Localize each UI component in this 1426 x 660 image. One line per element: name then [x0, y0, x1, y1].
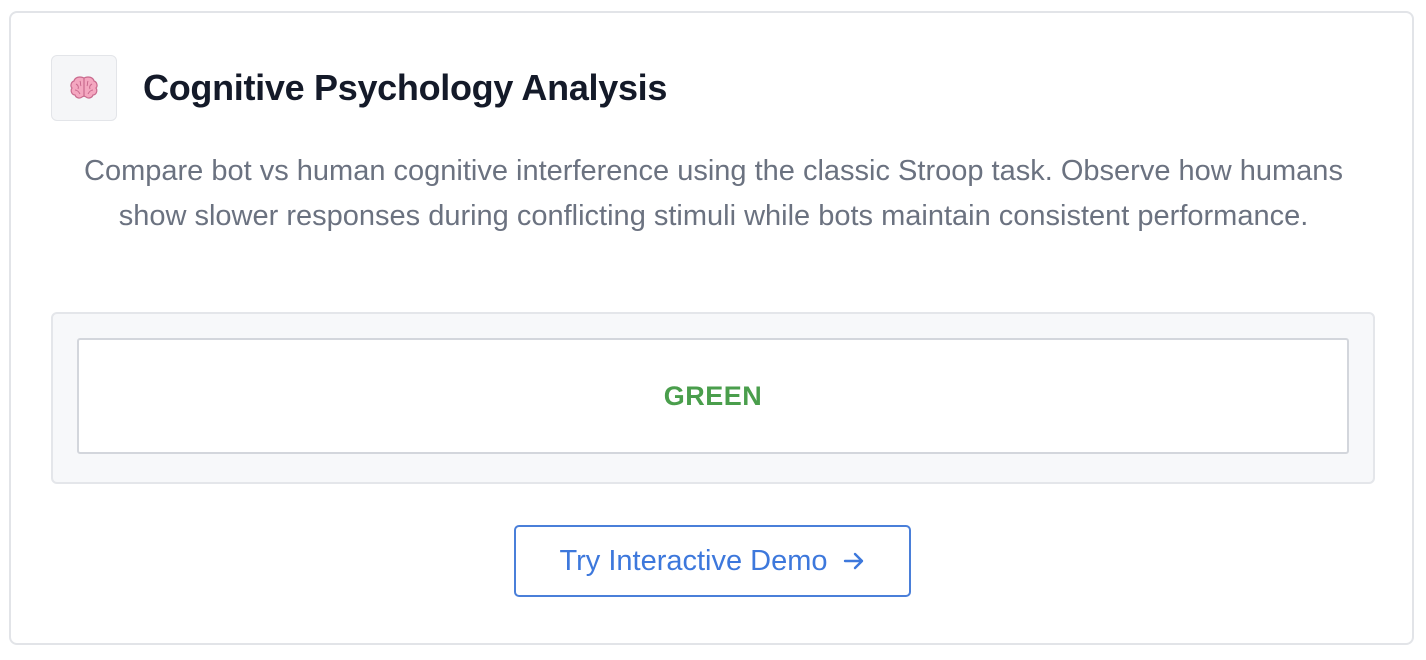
stroop-stimulus-box: GREEN: [77, 338, 1349, 454]
stroop-stimulus-word: GREEN: [663, 380, 763, 411]
brain-icon: [51, 55, 117, 121]
card-header: Cognitive Psychology Analysis: [51, 53, 667, 123]
card-description: Compare bot vs human cognitive interfere…: [84, 155, 1343, 232]
card-title: Cognitive Psychology Analysis: [143, 67, 668, 108]
arrow-right-icon: [842, 551, 866, 571]
stroop-demo-area: GREEN: [51, 312, 1375, 484]
try-interactive-demo-label: Try Interactive Demo: [559, 544, 828, 577]
cognitive-psychology-card: Cognitive Psychology Analysis Compare bo…: [9, 11, 1414, 645]
try-interactive-demo-button[interactable]: Try Interactive Demo: [514, 525, 911, 597]
